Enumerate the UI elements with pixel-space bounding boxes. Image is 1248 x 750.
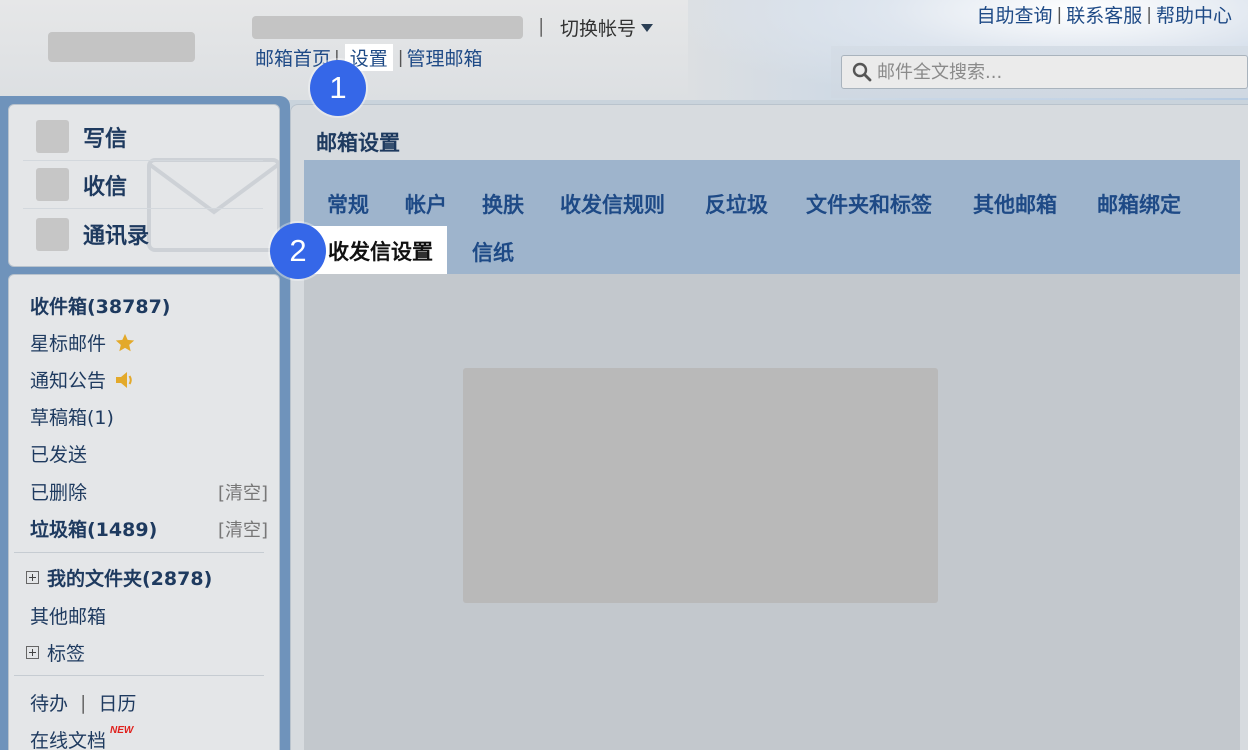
- tab-mailbox-binding[interactable]: 邮箱绑定: [1097, 189, 1181, 219]
- tab-anti-spam[interactable]: 反垃圾: [705, 189, 768, 219]
- folder-inbox-label: 收件箱(38787): [30, 296, 171, 318]
- folder-deleted-label: 已删除: [30, 482, 88, 504]
- quick-actions-panel: 写信 收信 通讯录: [8, 104, 280, 267]
- folder-sent[interactable]: 已发送: [30, 440, 87, 467]
- plus-box-icon[interactable]: [26, 646, 39, 659]
- plus-box-icon[interactable]: [26, 571, 39, 584]
- switch-account-label: 切换帐号: [560, 18, 637, 40]
- todo-link[interactable]: 待办: [30, 689, 68, 716]
- todo-calendar-separator: |: [80, 691, 87, 714]
- folder-my-folders-label: 我的文件夹(2878): [47, 568, 213, 590]
- receive-icon: [36, 168, 69, 201]
- folder-divider: [14, 675, 264, 676]
- folder-deleted[interactable]: 已删除: [30, 478, 87, 505]
- calendar-link[interactable]: 日历: [98, 689, 136, 716]
- receive-label: 收信: [83, 174, 128, 200]
- support-link[interactable]: 联系客服: [1066, 1, 1142, 28]
- content-redacted: [463, 368, 938, 603]
- account-name-redacted: [252, 16, 523, 39]
- tab-general[interactable]: 常规: [327, 189, 369, 219]
- folder-my-folders[interactable]: 我的文件夹(2878): [26, 564, 212, 591]
- folder-notices-label: 通知公告: [30, 370, 107, 392]
- tab-send-receive-rules[interactable]: 收发信规则: [560, 189, 665, 219]
- header-separator: |: [538, 15, 545, 37]
- folder-spam[interactable]: 垃圾箱(1489): [30, 515, 157, 542]
- tab-skin[interactable]: 换肤: [482, 189, 524, 219]
- folder-tags[interactable]: 标签: [26, 639, 85, 666]
- caret-down-icon: [641, 23, 654, 32]
- help-separator: |: [1146, 4, 1152, 25]
- folder-drafts[interactable]: 草稿箱(1): [30, 403, 114, 430]
- tab-send-receive-settings[interactable]: 收发信设置: [310, 226, 447, 278]
- compose-icon: [36, 120, 69, 153]
- folder-spam-label: 垃圾箱(1489): [30, 519, 158, 541]
- receive-button[interactable]: 收信: [23, 161, 263, 209]
- help-center-link[interactable]: 帮助中心: [1156, 1, 1232, 28]
- page-title: 邮箱设置: [316, 131, 400, 155]
- folder-other-mailboxes[interactable]: 其他邮箱: [30, 602, 106, 629]
- todo-calendar-row: 待办 | 日历: [30, 689, 136, 716]
- online-docs-link[interactable]: 在线文档 NEW: [30, 725, 134, 750]
- step-badge-1: 1: [310, 60, 366, 116]
- folder-other-mailboxes-label: 其他邮箱: [30, 606, 107, 628]
- search-icon: [852, 62, 872, 82]
- contacts-label: 通讯录: [83, 224, 150, 249]
- star-icon: [115, 333, 135, 351]
- tab-folders-and-tags[interactable]: 文件夹和标签: [806, 189, 932, 219]
- nav-manage-mailbox[interactable]: 管理邮箱: [407, 44, 483, 71]
- folder-tags-label: 标签: [47, 643, 86, 665]
- nav-separator: |: [397, 47, 404, 68]
- contacts-button[interactable]: 通讯录: [23, 210, 263, 258]
- compose-button[interactable]: 写信: [23, 113, 263, 161]
- folder-drafts-label: 草稿箱(1): [30, 407, 114, 429]
- switch-account-dropdown[interactable]: 切换帐号: [560, 14, 654, 41]
- self-service-link[interactable]: 自助查询: [976, 1, 1052, 28]
- folder-divider: [14, 552, 264, 553]
- logo-placeholder: [48, 32, 195, 62]
- step-badge-2: 2: [270, 223, 326, 279]
- folder-sent-label: 已发送: [30, 444, 88, 466]
- folder-starred-label: 星标邮件: [30, 333, 107, 355]
- new-badge: NEW: [110, 725, 134, 736]
- folder-starred[interactable]: 星标邮件: [30, 329, 136, 356]
- speaker-icon: [116, 371, 132, 388]
- online-docs-label: 在线文档: [30, 730, 107, 750]
- folder-notices[interactable]: 通知公告: [30, 366, 136, 393]
- tab-account[interactable]: 帐户: [405, 189, 447, 219]
- tab-stationery[interactable]: 信纸: [472, 237, 514, 267]
- folder-inbox[interactable]: 收件箱(38787): [30, 292, 170, 319]
- compose-label: 写信: [83, 126, 128, 152]
- help-separator: |: [1056, 4, 1063, 25]
- tab-other-mailboxes[interactable]: 其他邮箱: [973, 189, 1057, 219]
- top-nav: 邮箱首页 | 设置 | 管理邮箱: [255, 44, 483, 71]
- search-box[interactable]: [841, 55, 1248, 89]
- contacts-icon: [36, 217, 69, 251]
- search-input[interactable]: [877, 61, 1217, 83]
- help-links: 自助查询 | 联系客服 | 帮助中心: [976, 1, 1232, 28]
